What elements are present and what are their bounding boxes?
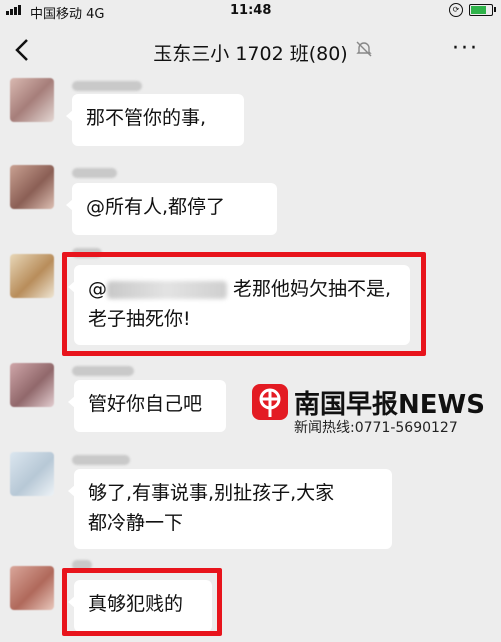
more-dots-icon[interactable]: ··· (452, 36, 479, 61)
message-bubble[interactable]: @所有人,都停了 (66, 183, 277, 235)
sender-name (72, 455, 130, 465)
bell-muted-icon (356, 41, 372, 57)
news-hotline: 新闻热线:0771-5690127 (294, 420, 458, 436)
message-text: @所有人,都停了 (86, 196, 226, 218)
sender-name (72, 168, 117, 178)
message-text: 那不管你的事, (86, 107, 207, 129)
avatar[interactable] (10, 452, 54, 496)
news-logo-icon (252, 384, 288, 420)
highlight-box (62, 252, 426, 356)
signal-icon (6, 5, 21, 15)
chat-title: 玉东三小 1702 班(80) (153, 43, 348, 65)
avatar[interactable] (10, 363, 54, 407)
avatar[interactable] (10, 566, 54, 610)
news-watermark: 南国早报NEWS 新闻热线:0771-5690127 (252, 384, 492, 440)
avatar[interactable] (10, 254, 54, 298)
avatar[interactable] (10, 165, 54, 209)
message-text-line1: 够了,有事说事,别扯孩子,大家 (88, 482, 335, 504)
sender-name (72, 366, 134, 376)
highlight-box (62, 568, 222, 636)
message-bubble[interactable]: 那不管你的事, (66, 94, 244, 146)
message-bubble[interactable]: 管好你自己吧 (68, 380, 226, 432)
avatar[interactable] (10, 78, 54, 122)
chat-header: 玉东三小 1702 班(80) ··· (0, 24, 501, 78)
rotation-lock-icon: ⟳ (449, 3, 463, 17)
sender-name (72, 81, 142, 91)
carrier-label: 中国移动 4G (30, 7, 105, 22)
message-text: 管好你自己吧 (88, 393, 203, 415)
news-brand: 南国早报NEWS (294, 390, 485, 420)
clock: 11:48 (230, 3, 272, 18)
battery-icon (469, 4, 496, 16)
message-bubble[interactable]: 够了,有事说事,别扯孩子,大家 都冷静一下 (68, 469, 392, 549)
status-bar: 中国移动 4G 11:48 ⟳ (0, 0, 501, 24)
message-text-line2: 都冷静一下 (88, 512, 184, 534)
